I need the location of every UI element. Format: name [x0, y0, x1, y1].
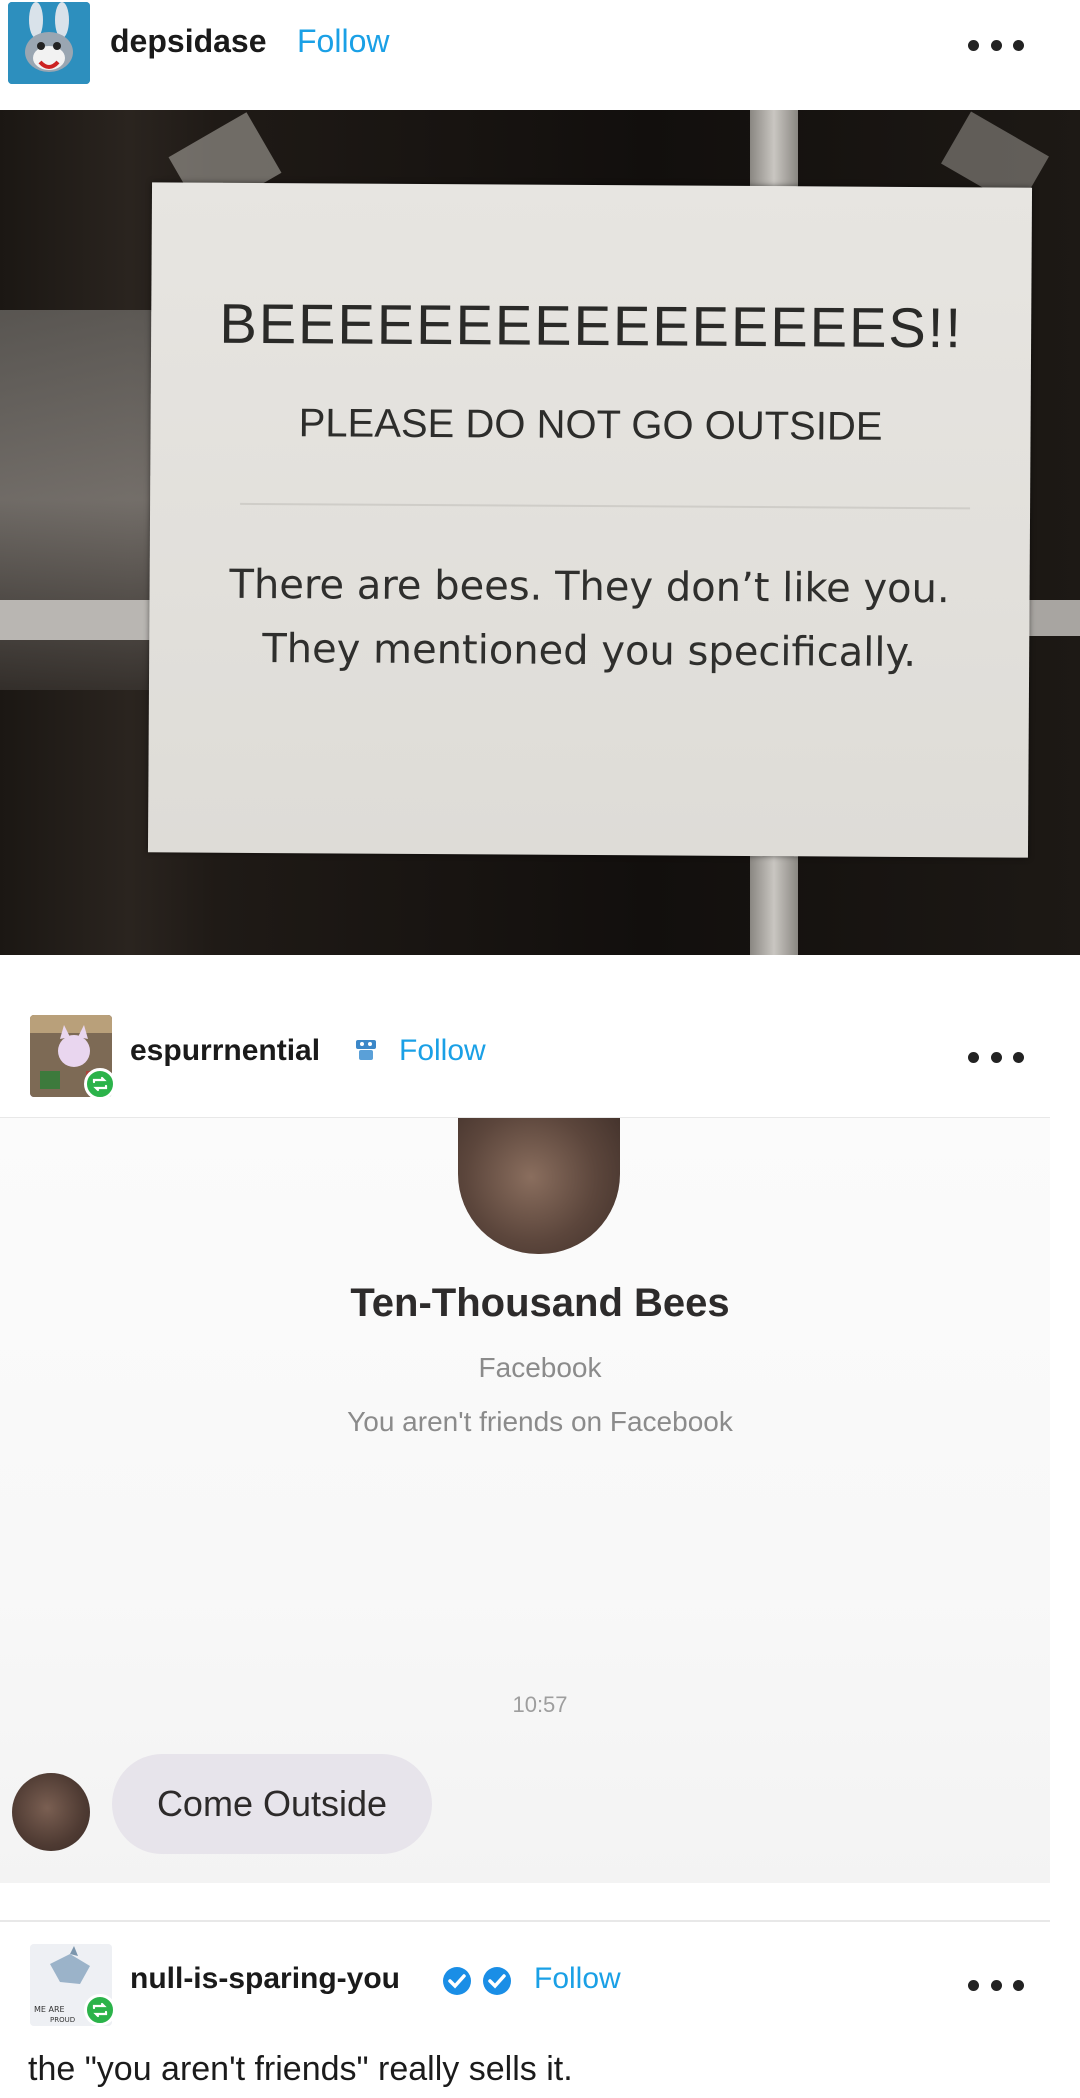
- post-image-facebook-chat: Ten-Thousand Bees Facebook You aren't fr…: [0, 1118, 1050, 1883]
- paper-sign: BEEEEEEEEEEEEEEEES!! PLEASE DO NOT GO OU…: [147, 182, 1033, 858]
- avatar[interactable]: [8, 2, 90, 84]
- reblog-icon: [84, 1994, 116, 2026]
- verified-icon: [480, 1964, 514, 1998]
- profile-name: Ten-Thousand Bees: [350, 1281, 730, 1325]
- friend-status: You aren't friends on Facebook: [347, 1406, 733, 1437]
- badge-icon: [352, 1036, 380, 1064]
- post-image-bee-sign: BEEEEEEEEEEEEEEEES!! PLEASE DO NOT GO OU…: [0, 110, 1080, 955]
- platform-label: Facebook: [478, 1352, 602, 1383]
- message-timestamp: 10:57: [512, 1692, 568, 1717]
- profile-picture-bees: [458, 1118, 620, 1254]
- bunny-avatar-icon: [8, 2, 90, 84]
- sign-title: BEEEEEEEEEEEEEEEES!!: [219, 291, 964, 360]
- follow-button[interactable]: Follow: [399, 1034, 486, 1068]
- follow-button[interactable]: Follow: [297, 23, 389, 60]
- follow-button[interactable]: Follow: [534, 1962, 621, 1996]
- svg-text:PROUD: PROUD: [50, 2016, 75, 2024]
- post-username[interactable]: depsidase: [110, 23, 267, 60]
- svg-text:ME ARE: ME ARE: [34, 2005, 65, 2014]
- post-header-espurrnential: espurrnential Follow: [0, 1000, 1080, 1100]
- divider: [0, 1920, 1050, 1922]
- post-username[interactable]: null-is-sparing-you: [130, 1962, 400, 1996]
- post-username[interactable]: espurrnential: [130, 1034, 320, 1068]
- post-header-depsidase: depsidase Follow: [0, 0, 1080, 110]
- post-header-null-is-sparing-you: ME ARE PROUD null-is-sparing-you Follow: [0, 1930, 1080, 2040]
- more-options-icon[interactable]: [968, 38, 1024, 52]
- reblog-icon: [84, 1068, 116, 1100]
- post-text: the "you aren't friends" really sells it…: [28, 2050, 573, 2088]
- sign-divider: [240, 502, 971, 510]
- more-options-icon[interactable]: [968, 1978, 1024, 1992]
- more-options-icon[interactable]: [968, 1050, 1024, 1064]
- sign-subtitle: PLEASE DO NOT GO OUTSIDE: [298, 401, 883, 449]
- message-bubble: Come Outside: [112, 1754, 432, 1854]
- sign-body: There are bees. They don’t like you. The…: [229, 561, 950, 676]
- verified-icon: [440, 1964, 474, 1998]
- sender-avatar: [12, 1773, 90, 1851]
